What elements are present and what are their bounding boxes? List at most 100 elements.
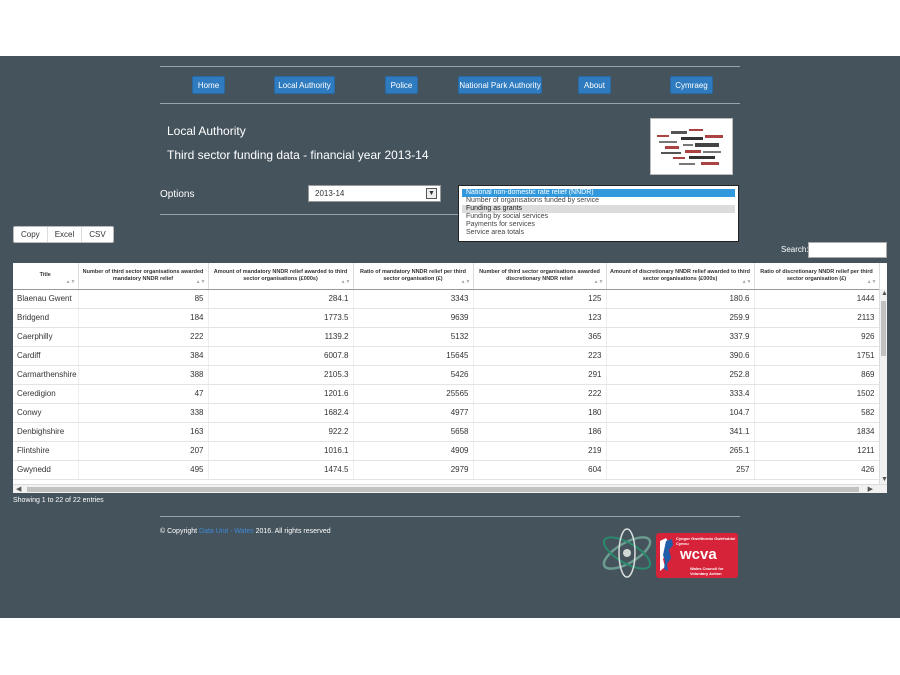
scroll-down-icon[interactable]: ▼ <box>881 475 887 484</box>
table-cell: 9639 <box>353 308 474 328</box>
table-cell: 223 <box>473 346 607 366</box>
table-cell: 1444 <box>754 289 880 309</box>
excel-button[interactable]: Excel <box>48 227 83 242</box>
scroll-left-icon[interactable]: ◀ <box>16 485 21 493</box>
option-grants[interactable]: Funding as grants <box>462 205 735 213</box>
table-header-row: Title ▲▼ Number of third sector organisat… <box>13 263 880 290</box>
table-cell: 495 <box>78 460 209 480</box>
table-cell: 15645 <box>353 346 474 366</box>
sort-icon: ▲▼ <box>593 278 604 285</box>
table-cell: 365 <box>473 327 607 347</box>
table-cell: 2113 <box>754 308 880 328</box>
table-cell: 219 <box>473 441 607 461</box>
wcva-welsh-name: Cyngor Gweithredu Gwirfoddol Cymru <box>676 536 736 546</box>
column-header[interactable]: Ratio of discretionary NNDR relief per t… <box>754 263 880 290</box>
option-orgs-by-service[interactable]: Number of organisations funded by servic… <box>462 197 735 205</box>
table-cell: 5426 <box>353 365 474 385</box>
table-cell: 341.1 <box>606 422 755 442</box>
copy-button[interactable]: Copy <box>14 227 48 242</box>
option-service-totals[interactable]: Service area totals <box>462 229 735 237</box>
column-header[interactable]: Amount of mandatory NNDR relief awarded … <box>208 263 354 290</box>
table-cell: 1682.4 <box>208 403 354 423</box>
row-title-cell: Caerphilly <box>13 327 79 347</box>
nav-about-button[interactable]: About <box>578 76 611 94</box>
table-cell: 922.2 <box>208 422 354 442</box>
horizontal-scrollbar[interactable]: ◀ ▶ <box>13 484 887 493</box>
table-cell: 252.8 <box>606 365 755 385</box>
table-cell: 1139.2 <box>208 327 354 347</box>
footer-divider <box>160 516 740 517</box>
table-cell: 259.9 <box>606 308 755 328</box>
table-cell: 180.6 <box>606 289 755 309</box>
column-header-title[interactable]: Title ▲▼ <box>13 263 79 290</box>
csv-button[interactable]: CSV <box>82 227 112 242</box>
table-cell: 47 <box>78 384 209 404</box>
nav-local-authority-button[interactable]: Local Authority <box>274 76 335 94</box>
dataset-option-list[interactable]: National non-domestic rate relief (NNDR)… <box>458 185 739 242</box>
table-cell: 1773.5 <box>208 308 354 328</box>
row-title-cell: Denbighshire <box>13 422 79 442</box>
table-row: Ceredigion 47 1201.6 25565 222 333.4 1502 <box>13 384 880 404</box>
option-payments[interactable]: Payments for services <box>462 221 735 229</box>
table-row: Bridgend 184 1773.5 9639 123 259.9 2113 <box>13 308 880 328</box>
table-row: Conwy 338 1682.4 4977 180 104.7 582 <box>13 403 880 423</box>
column-header[interactable]: Amount of discretionary NNDR relief awar… <box>606 263 755 290</box>
options-label: Options <box>160 189 195 200</box>
table-cell: 207 <box>78 441 209 461</box>
table-row: Flintshire 207 1016.1 4909 219 265.1 1211 <box>13 441 880 461</box>
table-cell: 3343 <box>353 289 474 309</box>
table-cell: 85 <box>78 289 209 309</box>
table-cell: 1474.5 <box>208 460 354 480</box>
options-divider <box>160 214 458 215</box>
nav-divider <box>160 103 740 104</box>
column-header[interactable]: Ratio of mandatory NNDR relief per third… <box>353 263 474 290</box>
table-info: Showing 1 to 22 of 22 entries <box>13 497 104 504</box>
table-cell: 604 <box>473 460 607 480</box>
row-title-cell: Conwy <box>13 403 79 423</box>
search-label: Search: <box>781 245 809 254</box>
scroll-right-icon[interactable]: ▶ <box>868 485 873 493</box>
row-title-cell: Gwynedd <box>13 460 79 480</box>
table-cell: 257 <box>606 460 755 480</box>
row-title-cell: Cardiff <box>13 346 79 366</box>
table-cell: 5132 <box>353 327 474 347</box>
data-table: Title ▲▼ Number of third sector organisat… <box>13 263 880 480</box>
table-cell: 1016.1 <box>208 441 354 461</box>
search-input[interactable] <box>808 242 887 258</box>
option-nndr[interactable]: National non-domestic rate relief (NNDR) <box>462 189 735 197</box>
nav-cymraeg-button[interactable]: Cymraeg <box>670 76 713 94</box>
table-cell: 388 <box>78 365 209 385</box>
table-row: Caerphilly 222 1139.2 5132 365 337.9 926 <box>13 327 880 347</box>
page-subtitle: Third sector funding data - financial ye… <box>167 148 429 162</box>
app-background: Home Local Authority Police National Par… <box>0 56 900 618</box>
option-social-services[interactable]: Funding by social services <box>462 213 735 221</box>
table-row: Carmarthenshire 388 2105.3 5426 291 252.8 869 <box>13 365 880 385</box>
scroll-up-icon[interactable]: ▲ <box>881 289 887 298</box>
row-title-cell: Bridgend <box>13 308 79 328</box>
horizontal-scroll-thumb[interactable] <box>27 487 859 492</box>
table-cell: 25565 <box>353 384 474 404</box>
table-cell: 125 <box>473 289 607 309</box>
row-title-cell: Blaenau Gwent <box>13 289 79 309</box>
table-cell: 1502 <box>754 384 880 404</box>
table-cell: 390.6 <box>606 346 755 366</box>
row-title-cell: Carmarthenshire <box>13 365 79 385</box>
nav-national-park-button[interactable]: National Park Authority <box>458 76 542 94</box>
data-unit-link[interactable]: Data Unit - Wales <box>199 528 254 535</box>
table-row: Blaenau Gwent 85 284.1 3343 125 180.6 1444 <box>13 289 880 309</box>
nav-police-button[interactable]: Police <box>385 76 418 94</box>
nav-home-button[interactable]: Home <box>192 76 225 94</box>
column-header[interactable]: Number of third sector organisations awa… <box>473 263 607 290</box>
table-cell: 6007.8 <box>208 346 354 366</box>
row-title-cell: Ceredigion <box>13 384 79 404</box>
table-cell: 265.1 <box>606 441 755 461</box>
sort-icon: ▲▼ <box>65 278 76 285</box>
year-select[interactable]: 2013-14 ▼ <box>308 185 441 202</box>
table-cell: 1751 <box>754 346 880 366</box>
table-cell: 2105.3 <box>208 365 354 385</box>
sort-icon: ▲▼ <box>340 278 351 285</box>
vertical-scrollbar[interactable]: ▲ ▼ <box>879 289 887 484</box>
vertical-scroll-thumb[interactable] <box>881 301 886 356</box>
column-header[interactable]: Number of third sector organisations awa… <box>78 263 209 290</box>
copyright-text: © Copyright Data Unit - Wales 2016. All … <box>160 528 331 535</box>
